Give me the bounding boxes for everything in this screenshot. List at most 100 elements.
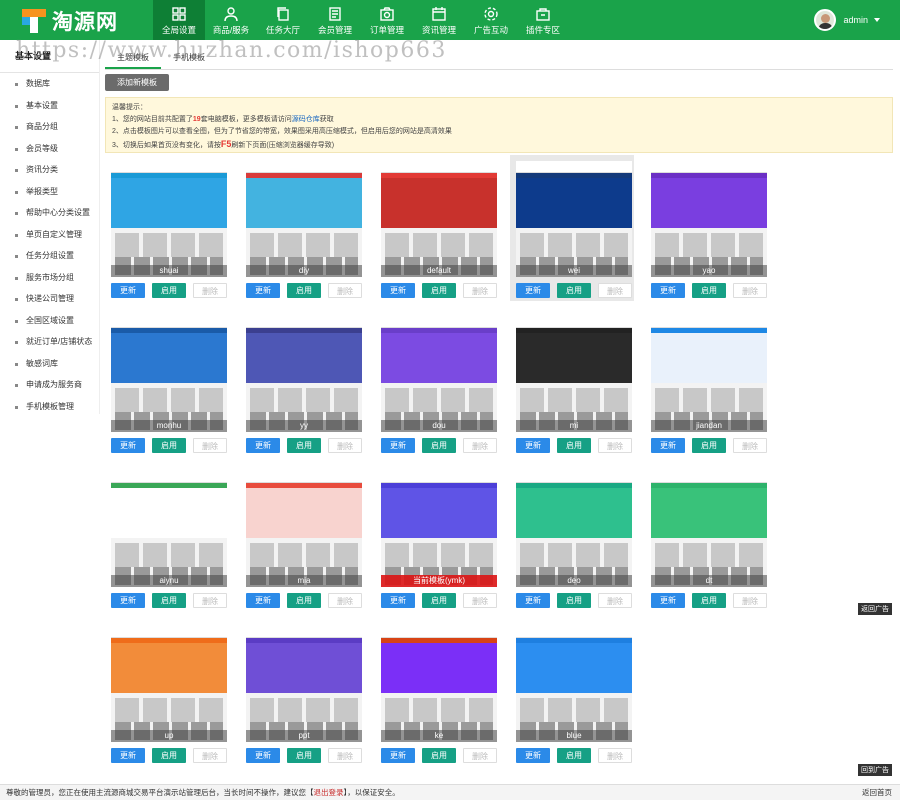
template-preview[interactable]: yao — [651, 161, 767, 277]
sidebar-item[interactable]: 快递公司管理 — [0, 288, 99, 310]
tab-mobile-templates[interactable]: 手机模板 — [161, 48, 217, 69]
update-button[interactable]: 更新 — [111, 593, 145, 608]
enable-button[interactable]: 启用 — [557, 438, 591, 453]
nav-item-1[interactable]: 全局设置 — [153, 0, 205, 40]
template-preview[interactable]: jiandan — [651, 316, 767, 432]
template-preview[interactable]: 当前模板(ymk) — [381, 471, 497, 587]
sidebar-item[interactable]: 全国区域设置 — [0, 310, 99, 332]
delete-button[interactable]: 删除 — [733, 283, 767, 298]
sidebar-item[interactable]: 单页自定义管理 — [0, 224, 99, 246]
template-preview[interactable]: monhu — [111, 316, 227, 432]
update-button[interactable]: 更新 — [651, 283, 685, 298]
delete-button[interactable]: 删除 — [463, 748, 497, 763]
update-button[interactable]: 更新 — [246, 748, 280, 763]
enable-button[interactable]: 启用 — [692, 283, 726, 298]
update-button[interactable]: 更新 — [381, 748, 415, 763]
template-preview[interactable]: blue — [516, 626, 632, 742]
enable-button[interactable]: 启用 — [557, 748, 591, 763]
template-preview[interactable]: mi — [516, 316, 632, 432]
enable-button[interactable]: 启用 — [422, 283, 456, 298]
update-button[interactable]: 更新 — [651, 438, 685, 453]
update-button[interactable]: 更新 — [381, 593, 415, 608]
template-preview[interactable]: ke — [381, 626, 497, 742]
update-button[interactable]: 更新 — [516, 593, 550, 608]
delete-button[interactable]: 删除 — [733, 438, 767, 453]
update-button[interactable]: 更新 — [516, 438, 550, 453]
delete-button[interactable]: 删除 — [193, 283, 227, 298]
template-preview[interactable]: deo — [516, 471, 632, 587]
tab-theme-templates[interactable]: 主题模板 — [105, 48, 161, 69]
nav-item-8[interactable]: 插件专区 — [517, 0, 569, 40]
sidebar-item[interactable]: 申请成为服务商 — [0, 374, 99, 396]
update-button[interactable]: 更新 — [246, 438, 280, 453]
template-preview[interactable]: wei — [516, 161, 632, 277]
enable-button[interactable]: 启用 — [287, 748, 321, 763]
update-button[interactable]: 更新 — [246, 283, 280, 298]
enable-button[interactable]: 启用 — [287, 593, 321, 608]
sidebar-item[interactable]: 服务市场分组 — [0, 267, 99, 289]
delete-button[interactable]: 删除 — [193, 438, 227, 453]
template-preview[interactable]: diy — [246, 161, 362, 277]
source-repo-link[interactable]: 源码仓库 — [292, 116, 320, 123]
update-button[interactable]: 更新 — [111, 283, 145, 298]
back-home-link[interactable]: 返回首页 — [862, 785, 892, 800]
enable-button[interactable]: 启用 — [692, 438, 726, 453]
update-button[interactable]: 更新 — [111, 438, 145, 453]
delete-button[interactable]: 删除 — [193, 593, 227, 608]
enable-button[interactable]: 启用 — [557, 593, 591, 608]
nav-item-7[interactable]: 广告互动 — [465, 0, 517, 40]
sidebar-item[interactable]: 会员等级 — [0, 138, 99, 160]
delete-button[interactable]: 删除 — [598, 283, 632, 298]
template-preview[interactable]: yy — [246, 316, 362, 432]
nav-item-3[interactable]: 任务大厅 — [257, 0, 309, 40]
template-preview[interactable]: aiynu — [111, 471, 227, 587]
delete-button[interactable]: 删除 — [598, 593, 632, 608]
template-preview[interactable]: default — [381, 161, 497, 277]
template-preview[interactable]: mia — [246, 471, 362, 587]
template-preview[interactable]: shuai — [111, 161, 227, 277]
sidebar-item[interactable]: 敏感词库 — [0, 353, 99, 375]
enable-button[interactable]: 启用 — [422, 438, 456, 453]
add-template-button[interactable]: 添加新模板 — [105, 74, 169, 91]
update-button[interactable]: 更新 — [516, 283, 550, 298]
nav-item-5[interactable]: 订单管理 — [361, 0, 413, 40]
nav-item-2[interactable]: 商品/服务 — [205, 0, 257, 40]
delete-button[interactable]: 删除 — [598, 438, 632, 453]
update-button[interactable]: 更新 — [246, 593, 280, 608]
enable-button[interactable]: 启用 — [152, 283, 186, 298]
update-button[interactable]: 更新 — [381, 283, 415, 298]
sidebar-item[interactable]: 数据库 — [0, 73, 99, 95]
enable-button[interactable]: 启用 — [152, 748, 186, 763]
template-preview[interactable]: dou — [381, 316, 497, 432]
nav-item-4[interactable]: 会员管理 — [309, 0, 361, 40]
delete-button[interactable]: 删除 — [193, 748, 227, 763]
enable-button[interactable]: 启用 — [692, 593, 726, 608]
enable-button[interactable]: 启用 — [152, 438, 186, 453]
template-preview[interactable]: ppt — [246, 626, 362, 742]
sidebar-item[interactable]: 资讯分类 — [0, 159, 99, 181]
site-logo[interactable]: 淘源网 — [22, 7, 118, 35]
update-button[interactable]: 更新 — [381, 438, 415, 453]
delete-button[interactable]: 删除 — [328, 748, 362, 763]
user-menu[interactable]: admin — [814, 9, 880, 31]
enable-button[interactable]: 启用 — [152, 593, 186, 608]
update-button[interactable]: 更新 — [651, 593, 685, 608]
sidebar-item[interactable]: 基本设置 — [0, 95, 99, 117]
float-ad-top[interactable]: 返回广告 — [858, 603, 892, 615]
delete-button[interactable]: 删除 — [463, 593, 497, 608]
enable-button[interactable]: 启用 — [422, 748, 456, 763]
delete-button[interactable]: 删除 — [328, 283, 362, 298]
delete-button[interactable]: 删除 — [598, 748, 632, 763]
nav-item-6[interactable]: 资讯管理 — [413, 0, 465, 40]
template-preview[interactable]: up — [111, 626, 227, 742]
delete-button[interactable]: 删除 — [328, 438, 362, 453]
enable-button[interactable]: 启用 — [287, 438, 321, 453]
delete-button[interactable]: 删除 — [463, 438, 497, 453]
delete-button[interactable]: 删除 — [328, 593, 362, 608]
delete-button[interactable]: 删除 — [463, 283, 497, 298]
update-button[interactable]: 更新 — [111, 748, 145, 763]
enable-button[interactable]: 启用 — [287, 283, 321, 298]
sidebar-item[interactable]: 就近订单/店铺状态 — [0, 331, 99, 353]
sidebar-item[interactable]: 手机模板管理 — [0, 396, 99, 418]
delete-button[interactable]: 删除 — [733, 593, 767, 608]
